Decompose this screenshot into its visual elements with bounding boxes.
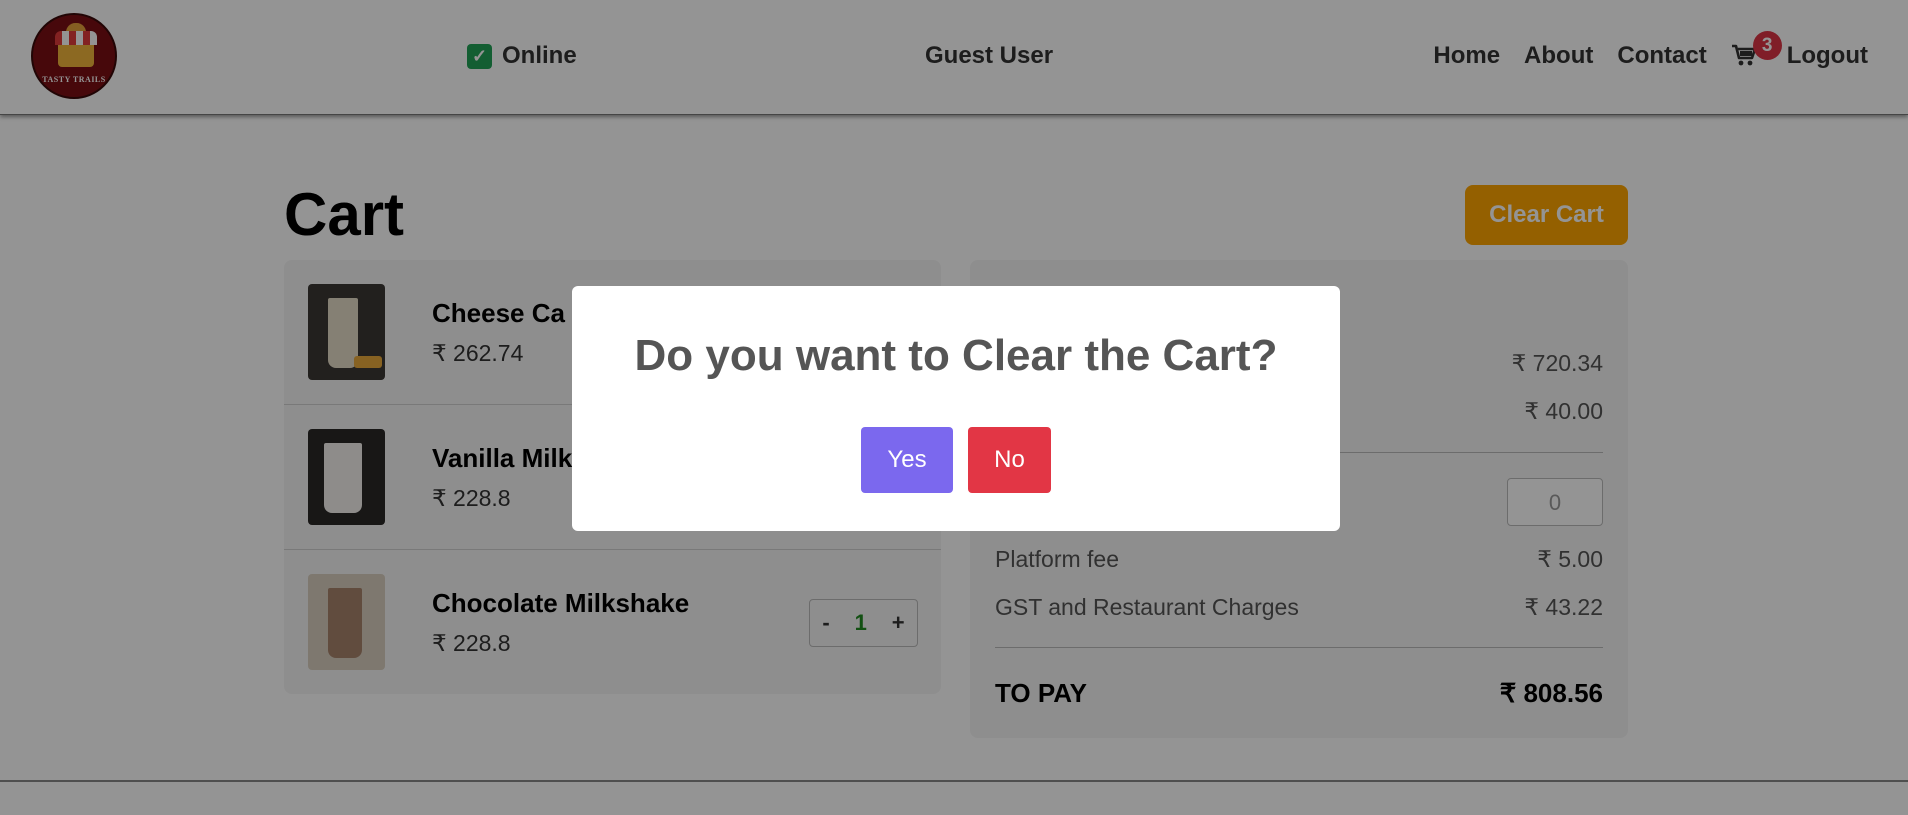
dialog-title: Do you want to Clear the Cart? — [634, 331, 1278, 380]
confirm-no-button[interactable]: No — [968, 427, 1051, 493]
confirm-yes-button[interactable]: Yes — [861, 427, 953, 493]
confirm-clear-dialog: Do you want to Clear the Cart? Yes No — [572, 286, 1340, 531]
dialog-actions: Yes No — [572, 427, 1340, 493]
